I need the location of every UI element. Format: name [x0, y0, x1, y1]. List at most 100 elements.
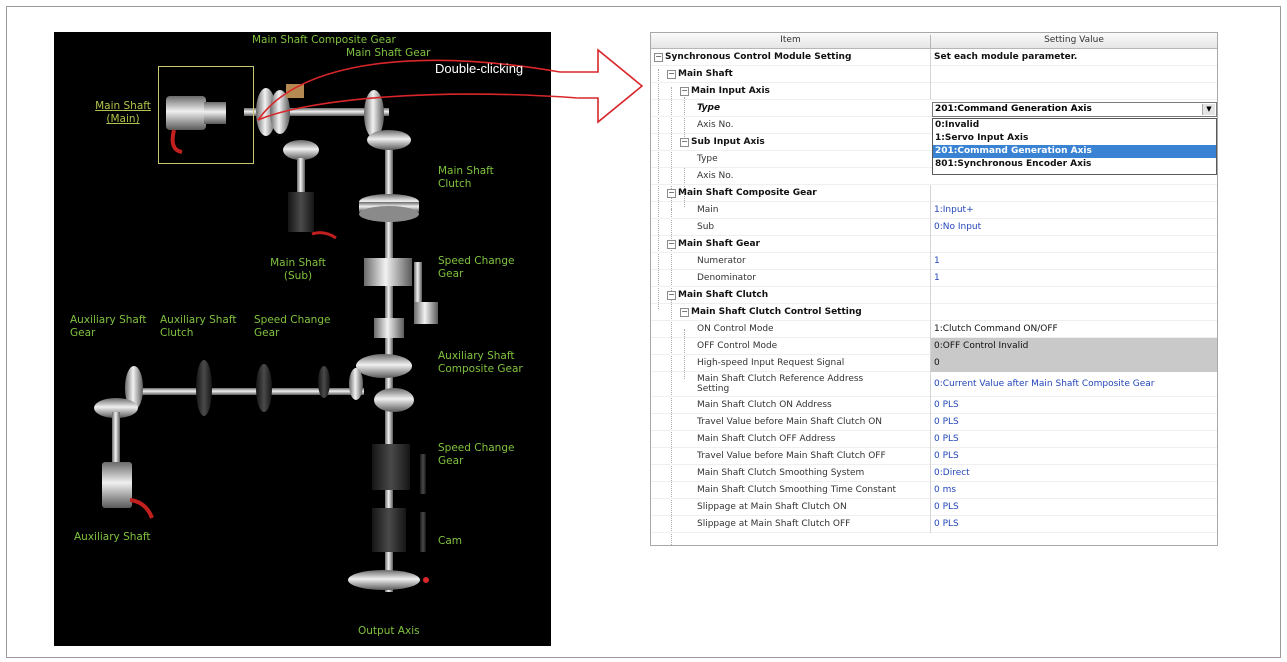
- table-row[interactable]: − Main Shaft Composite Gear: [651, 185, 1217, 202]
- table-row[interactable]: Travel Value before Main Shaft Clutch ON…: [651, 414, 1217, 431]
- row-item: High-speed Input Request Signal: [697, 358, 845, 368]
- table-row[interactable]: − Main Shaft Gear: [651, 236, 1217, 253]
- row-item: ON Control Mode: [697, 324, 774, 334]
- label-auxiliary-shaft-gear: Auxiliary Shaft Gear: [70, 314, 147, 339]
- table-row[interactable]: Denominator 1: [651, 270, 1217, 287]
- table-row[interactable]: Main Shaft Clutch Smoothing System 0:Dir…: [651, 465, 1217, 482]
- row-item: Main Shaft: [678, 69, 733, 79]
- table-row[interactable]: − Synchronous Control Module Setting Set…: [651, 49, 1217, 66]
- dropdown-option[interactable]: 0:Invalid: [933, 119, 1216, 132]
- collapse-toggle[interactable]: −: [680, 308, 689, 317]
- row-value: [930, 66, 1217, 83]
- table-row[interactable]: Numerator 1: [651, 253, 1217, 270]
- table-row[interactable]: − Main Shaft: [651, 66, 1217, 83]
- row-value[interactable]: 1:Clutch Command ON/OFF: [930, 321, 1217, 338]
- row-item: Main Shaft Composite Gear: [678, 188, 817, 198]
- label-main-shaft-clutch: Main Shaft Clutch: [438, 165, 494, 190]
- row-value[interactable]: 0:Current Value after Main Shaft Composi…: [930, 372, 1217, 397]
- header-setting-value[interactable]: Setting Value: [930, 35, 1217, 50]
- row-value[interactable]: 0 PLS: [930, 431, 1217, 448]
- row-item: Slippage at Main Shaft Clutch OFF: [697, 519, 851, 529]
- table-row[interactable]: Sub 0:No Input: [651, 219, 1217, 236]
- table-row[interactable]: Main Shaft Clutch Reference Address Sett…: [651, 372, 1217, 397]
- collapse-toggle[interactable]: −: [667, 240, 676, 249]
- label-auxiliary-shaft: Auxiliary Shaft: [74, 531, 151, 543]
- row-item: Travel Value before Main Shaft Clutch ON: [697, 417, 883, 427]
- row-value: [930, 236, 1217, 253]
- row-value: Set each module parameter.: [930, 49, 1217, 66]
- row-value: [930, 83, 1217, 100]
- label-main-shaft-composite-gear: Main Shaft Composite Gear: [252, 34, 396, 46]
- collapse-toggle[interactable]: −: [667, 189, 676, 198]
- table-row[interactable]: Main Shaft Clutch ON Address 0 PLS: [651, 397, 1217, 414]
- table-row[interactable]: − Main Shaft Clutch Control Setting: [651, 304, 1217, 321]
- type-combobox[interactable]: 201:Command Generation Axis ▼: [932, 102, 1217, 117]
- row-value[interactable]: 0 PLS: [930, 448, 1217, 465]
- label-speed-change-gear-2: Speed Change Gear: [438, 442, 515, 467]
- label-main-shaft-sub: Main Shaft (Sub): [270, 257, 326, 282]
- row-value[interactable]: 0 PLS: [930, 414, 1217, 431]
- dropdown-option[interactable]: 801:Synchronous Encoder Axis: [933, 158, 1216, 171]
- row-value[interactable]: 0:OFF Control Invalid: [930, 338, 1217, 355]
- row-item: Numerator: [697, 256, 746, 266]
- collapse-toggle[interactable]: −: [667, 70, 676, 79]
- table-row[interactable]: ON Control Mode 1:Clutch Command ON/OFF: [651, 321, 1217, 338]
- row-item: Axis No.: [697, 120, 734, 130]
- main-shaft-selection-box[interactable]: [158, 66, 254, 164]
- row-value[interactable]: 0 ms: [930, 482, 1217, 499]
- row-value[interactable]: 0 PLS: [930, 499, 1217, 516]
- collapse-toggle[interactable]: −: [680, 138, 689, 147]
- row-item: Main Shaft Clutch Smoothing Time Constan…: [697, 485, 897, 495]
- row-value[interactable]: 1: [930, 270, 1217, 287]
- table-row[interactable]: − Main Input Axis: [651, 83, 1217, 100]
- label-auxiliary-shaft-clutch: Auxiliary Shaft Clutch: [160, 314, 237, 339]
- output-axis-part: [348, 570, 420, 590]
- chevron-down-icon[interactable]: ▼: [1202, 104, 1215, 115]
- label-main-shaft-main[interactable]: Main Shaft (Main): [94, 100, 152, 126]
- row-item: Type: [697, 154, 718, 164]
- table-row[interactable]: High-speed Input Request Signal 0: [651, 355, 1217, 372]
- header-item[interactable]: Item: [651, 35, 930, 45]
- row-item: Main Shaft Clutch ON Address: [697, 400, 832, 410]
- auxiliary-motor: [102, 462, 154, 519]
- parameter-table[interactable]: Item Setting Value − Synchronous Control…: [650, 32, 1218, 546]
- table-header: Item Setting Value: [651, 33, 1217, 50]
- type-dropdown-list[interactable]: 0:Invalid 1:Servo Input Axis 201:Command…: [932, 118, 1217, 175]
- auxiliary-composite-gear-part: [356, 354, 412, 378]
- row-item: Synchronous Control Module Setting: [665, 52, 852, 62]
- table-row[interactable]: Main Shaft Clutch OFF Address 0 PLS: [651, 431, 1217, 448]
- row-item: Travel Value before Main Shaft Clutch OF…: [697, 451, 886, 461]
- table-row[interactable]: OFF Control Mode 0:OFF Control Invalid: [651, 338, 1217, 355]
- label-main-shaft-gear: Main Shaft Gear: [346, 47, 431, 59]
- row-item: Main Shaft Clutch Control Setting: [691, 307, 862, 317]
- row-item: Main Shaft Clutch Smoothing System: [697, 468, 865, 478]
- row-value: [930, 304, 1217, 321]
- row-value[interactable]: 0 PLS: [930, 397, 1217, 414]
- table-row[interactable]: Main Shaft Clutch Smoothing Time Constan…: [651, 482, 1217, 499]
- dropdown-option[interactable]: 1:Servo Input Axis: [933, 132, 1216, 145]
- row-value[interactable]: 0: [930, 355, 1217, 372]
- type-combobox-value: 201:Command Generation Axis: [935, 104, 1092, 114]
- table-row[interactable]: Slippage at Main Shaft Clutch OFF 0 PLS: [651, 516, 1217, 533]
- row-item: Slippage at Main Shaft Clutch ON: [697, 502, 847, 512]
- row-item: Main Shaft Clutch OFF Address: [697, 434, 836, 444]
- row-value[interactable]: 0:No Input: [930, 219, 1217, 236]
- collapse-toggle[interactable]: −: [680, 87, 689, 96]
- collapse-toggle[interactable]: −: [654, 53, 663, 62]
- label-speed-change-gear-aux: Speed Change Gear: [254, 314, 331, 339]
- row-value[interactable]: 0:Direct: [930, 465, 1217, 482]
- table-row[interactable]: − Main Shaft Clutch: [651, 287, 1217, 304]
- row-value[interactable]: 1:Input+: [930, 202, 1217, 219]
- speed-change-gear-part: [364, 258, 412, 286]
- dropdown-option-selected[interactable]: 201:Command Generation Axis: [933, 145, 1216, 158]
- row-value[interactable]: 0 PLS: [930, 516, 1217, 533]
- row-value[interactable]: 1: [930, 253, 1217, 270]
- table-row[interactable]: Travel Value before Main Shaft Clutch OF…: [651, 448, 1217, 465]
- cam-part: [372, 508, 406, 552]
- synchronous-control-diagram: Main Shaft Composite Gear Main Shaft Gea…: [54, 32, 551, 646]
- collapse-toggle[interactable]: −: [667, 291, 676, 300]
- table-row[interactable]: Main 1:Input+: [651, 202, 1217, 219]
- label-cam: Cam: [438, 535, 462, 547]
- table-row[interactable]: Slippage at Main Shaft Clutch ON 0 PLS: [651, 499, 1217, 516]
- row-item: OFF Control Mode: [697, 341, 778, 351]
